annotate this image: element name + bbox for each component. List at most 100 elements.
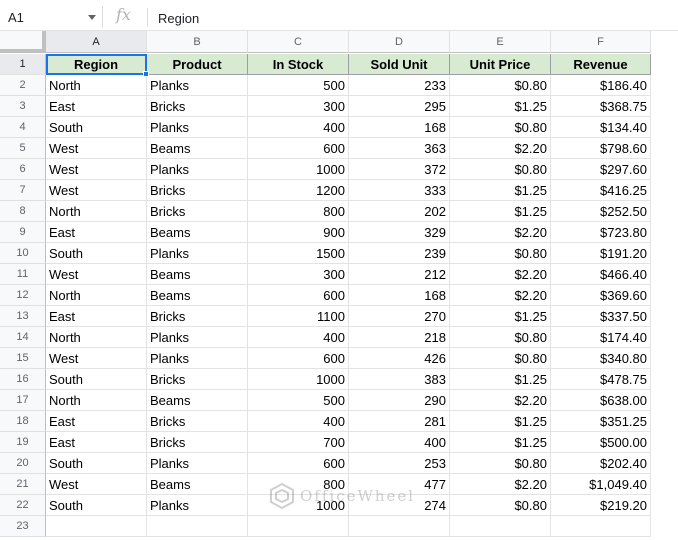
cell-e5[interactable]: $2.20: [450, 138, 551, 159]
row-header-20[interactable]: 20: [0, 453, 46, 474]
cell-d4[interactable]: 168: [349, 117, 450, 138]
row-header-12[interactable]: 12: [0, 285, 46, 306]
cell-f13[interactable]: $337.50: [551, 306, 651, 327]
row-header-2[interactable]: 2: [0, 75, 46, 96]
cell-d6[interactable]: 372: [349, 159, 450, 180]
cell-c11[interactable]: 300: [248, 264, 349, 285]
cell-c15[interactable]: 600: [248, 348, 349, 369]
cell-a3[interactable]: East: [46, 96, 147, 117]
cell-f7[interactable]: $416.25: [551, 180, 651, 201]
cell-b17[interactable]: Beams: [147, 390, 248, 411]
cell-e15[interactable]: $0.80: [450, 348, 551, 369]
header-cell-e1[interactable]: Unit Price: [450, 54, 551, 75]
cell-d21[interactable]: 477: [349, 474, 450, 495]
cell-f23[interactable]: [551, 516, 651, 537]
cell-f12[interactable]: $369.60: [551, 285, 651, 306]
cell-d22[interactable]: 274: [349, 495, 450, 516]
cell-d18[interactable]: 281: [349, 411, 450, 432]
cell-e3[interactable]: $1.25: [450, 96, 551, 117]
header-cell-a1[interactable]: Region: [46, 54, 147, 75]
row-header-21[interactable]: 21: [0, 474, 46, 495]
cell-a17[interactable]: North: [46, 390, 147, 411]
cell-e16[interactable]: $1.25: [450, 369, 551, 390]
column-header-e[interactable]: E: [450, 31, 551, 53]
cell-d2[interactable]: 233: [349, 75, 450, 96]
cell-f18[interactable]: $351.25: [551, 411, 651, 432]
cell-b6[interactable]: Planks: [147, 159, 248, 180]
cell-f17[interactable]: $638.00: [551, 390, 651, 411]
cell-c6[interactable]: 1000: [248, 159, 349, 180]
cell-e7[interactable]: $1.25: [450, 180, 551, 201]
cell-b13[interactable]: Bricks: [147, 306, 248, 327]
cell-d23[interactable]: [349, 516, 450, 537]
column-header-d[interactable]: D: [349, 31, 450, 53]
cell-d14[interactable]: 218: [349, 327, 450, 348]
cell-f3[interactable]: $368.75: [551, 96, 651, 117]
cell-b9[interactable]: Beams: [147, 222, 248, 243]
cell-a21[interactable]: West: [46, 474, 147, 495]
cell-a4[interactable]: South: [46, 117, 147, 138]
cell-d20[interactable]: 253: [349, 453, 450, 474]
cell-b15[interactable]: Planks: [147, 348, 248, 369]
fill-handle[interactable]: [143, 71, 149, 77]
chevron-down-icon[interactable]: [88, 15, 96, 20]
cell-e22[interactable]: $0.80: [450, 495, 551, 516]
cell-f2[interactable]: $186.40: [551, 75, 651, 96]
cell-d17[interactable]: 290: [349, 390, 450, 411]
cell-c5[interactable]: 600: [248, 138, 349, 159]
cell-c18[interactable]: 400: [248, 411, 349, 432]
row-header-13[interactable]: 13: [0, 306, 46, 327]
cell-f15[interactable]: $340.80: [551, 348, 651, 369]
cell-e8[interactable]: $1.25: [450, 201, 551, 222]
cell-b14[interactable]: Planks: [147, 327, 248, 348]
cell-e12[interactable]: $2.20: [450, 285, 551, 306]
cell-f8[interactable]: $252.50: [551, 201, 651, 222]
cell-d19[interactable]: 400: [349, 432, 450, 453]
row-header-7[interactable]: 7: [0, 180, 46, 201]
formula-input[interactable]: Region: [158, 11, 199, 26]
row-header-18[interactable]: 18: [0, 411, 46, 432]
cell-a7[interactable]: West: [46, 180, 147, 201]
row-header-19[interactable]: 19: [0, 432, 46, 453]
cell-a12[interactable]: North: [46, 285, 147, 306]
cell-e14[interactable]: $0.80: [450, 327, 551, 348]
cell-b19[interactable]: Bricks: [147, 432, 248, 453]
cell-c9[interactable]: 900: [248, 222, 349, 243]
cell-b12[interactable]: Beams: [147, 285, 248, 306]
row-header-3[interactable]: 3: [0, 96, 46, 117]
cell-c8[interactable]: 800: [248, 201, 349, 222]
header-cell-b1[interactable]: Product: [147, 54, 248, 75]
cell-b18[interactable]: Bricks: [147, 411, 248, 432]
column-header-f[interactable]: F: [551, 31, 651, 53]
cell-b11[interactable]: Beams: [147, 264, 248, 285]
cell-f9[interactable]: $723.80: [551, 222, 651, 243]
cell-a14[interactable]: North: [46, 327, 147, 348]
cell-a9[interactable]: East: [46, 222, 147, 243]
cell-a15[interactable]: West: [46, 348, 147, 369]
cell-f19[interactable]: $500.00: [551, 432, 651, 453]
cell-b3[interactable]: Bricks: [147, 96, 248, 117]
cell-d8[interactable]: 202: [349, 201, 450, 222]
cell-e13[interactable]: $1.25: [450, 306, 551, 327]
cell-a13[interactable]: East: [46, 306, 147, 327]
cell-b2[interactable]: Planks: [147, 75, 248, 96]
cell-a16[interactable]: South: [46, 369, 147, 390]
cell-e23[interactable]: [450, 516, 551, 537]
name-box[interactable]: A1: [0, 6, 103, 28]
row-header-17[interactable]: 17: [0, 390, 46, 411]
cell-c23[interactable]: [248, 516, 349, 537]
cell-c2[interactable]: 500: [248, 75, 349, 96]
cell-e6[interactable]: $0.80: [450, 159, 551, 180]
cell-a23[interactable]: [46, 516, 147, 537]
cell-d11[interactable]: 212: [349, 264, 450, 285]
cell-f20[interactable]: $202.40: [551, 453, 651, 474]
cell-e19[interactable]: $1.25: [450, 432, 551, 453]
row-header-14[interactable]: 14: [0, 327, 46, 348]
cell-f14[interactable]: $174.40: [551, 327, 651, 348]
header-cell-f1[interactable]: Revenue: [551, 54, 651, 75]
cell-a18[interactable]: East: [46, 411, 147, 432]
cell-d12[interactable]: 168: [349, 285, 450, 306]
header-cell-c1[interactable]: In Stock: [248, 54, 349, 75]
row-header-4[interactable]: 4: [0, 117, 46, 138]
cell-b10[interactable]: Planks: [147, 243, 248, 264]
